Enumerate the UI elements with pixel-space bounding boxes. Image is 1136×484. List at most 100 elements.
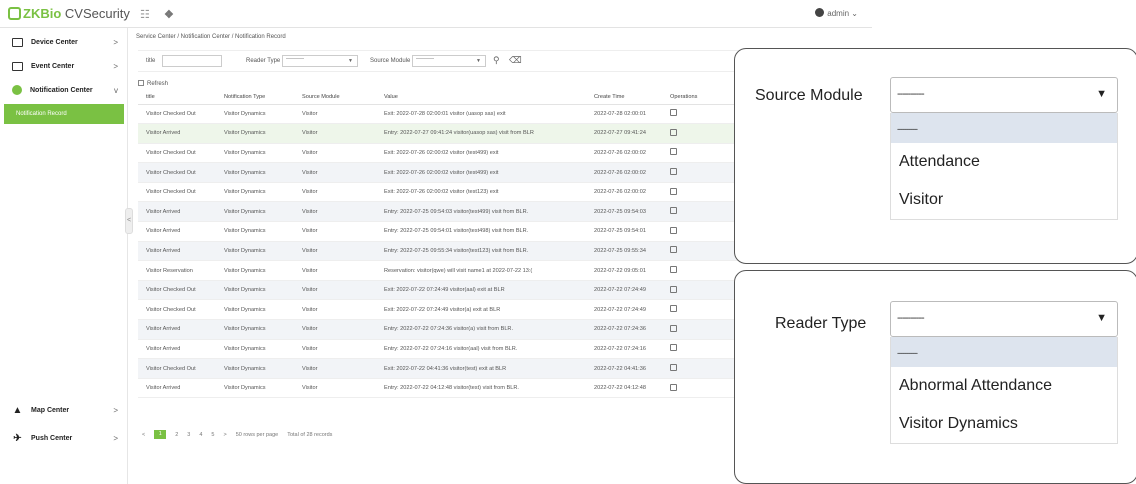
page-button-1[interactable]: 1 (154, 430, 167, 439)
table-cell: 2022-07-22 04:41:36 (586, 358, 662, 379)
sidebar-item-notification-center[interactable]: Notification Center v (0, 78, 128, 102)
source-module-select[interactable]: --------- ▼ (412, 55, 486, 67)
chevron-right-icon: > (113, 61, 118, 71)
table-cell: Visitor Dynamics (216, 280, 294, 301)
reader-type-options: ---------- Abnormal Attendance Visitor D… (890, 337, 1118, 444)
table-cell: Visitor Dynamics (216, 241, 294, 262)
view-detail-icon[interactable] (670, 187, 677, 195)
prev-page-button[interactable]: < (142, 432, 145, 438)
table-cell: Exit: 2022-07-22 07:24:49 visitor(a) exi… (376, 299, 586, 321)
chevron-right-icon: > (113, 37, 118, 47)
reader-type-select[interactable]: --------- ▼ (282, 55, 358, 67)
column-header-create-time[interactable]: Create Time (586, 90, 662, 105)
table-cell: Exit: 2022-07-22 07:24:49 visitor(aal) e… (376, 280, 586, 301)
table-cell: Visitor Arrived (138, 221, 216, 242)
view-detail-icon[interactable] (670, 207, 677, 215)
clear-icon[interactable]: ⌫ (509, 55, 522, 66)
page-button-5[interactable]: 5 (211, 432, 214, 438)
view-detail-icon[interactable] (670, 305, 677, 313)
table-cell: Visitor Checked Out (138, 143, 216, 164)
sidebar-item-map-center[interactable]: ▲ Map Center > (0, 398, 128, 422)
column-header-source-module[interactable]: Source Module (294, 90, 376, 105)
chevron-down-icon: ⌄ (851, 9, 858, 18)
search-icon[interactable]: ⚲ (493, 55, 500, 66)
source-module-callout: Source Module ---------- ▼ ---------- Att… (734, 48, 1136, 264)
column-header-notification-type[interactable]: Notification Type (216, 90, 294, 105)
view-detail-icon[interactable] (670, 344, 677, 352)
event-icon (12, 61, 23, 71)
table-cell: Visitor (294, 123, 376, 144)
view-detail-icon[interactable] (670, 266, 677, 274)
view-detail-icon[interactable] (670, 109, 677, 117)
table-cell: Entry: 2022-07-27 09:41:24 visitor(uasop… (376, 123, 586, 144)
source-module-dropdown[interactable]: ---------- ▼ (890, 77, 1118, 113)
column-header-title[interactable]: title (138, 90, 216, 105)
table-cell: Visitor (294, 358, 376, 379)
dropdown-option-abnormal-attendance[interactable]: Abnormal Attendance (891, 367, 1117, 405)
table-cell: Visitor Dynamics (216, 162, 294, 183)
grid-icon[interactable]: ☷ (140, 8, 150, 21)
table-cell: Exit: 2022-07-26 02:00:02 visitor (test4… (376, 143, 586, 164)
map-icon: ▲ (12, 404, 23, 416)
view-detail-icon[interactable] (670, 285, 677, 293)
sidebar-subitem-notification-record[interactable]: Notification Record (4, 104, 124, 124)
next-page-button[interactable]: > (223, 432, 226, 438)
view-detail-icon[interactable] (670, 148, 677, 156)
table-cell: Visitor Arrived (138, 201, 216, 223)
sidebar-item-event-center[interactable]: Event Center > (0, 54, 128, 78)
refresh-button[interactable]: Refresh (138, 80, 168, 87)
refresh-icon (138, 80, 144, 86)
view-detail-icon[interactable] (670, 364, 677, 372)
logo-product: CVSecurity (61, 6, 130, 21)
table-cell: Exit: 2022-07-28 02:00:01 visitor (uasop… (376, 104, 586, 125)
sidebar-item-label: Notification Center (30, 86, 93, 94)
dropdown-option-selected[interactable]: ---------- (891, 113, 1117, 143)
page-button-3[interactable]: 3 (187, 432, 190, 438)
sidebar-item-push-center[interactable]: ✈ Push Center > (0, 426, 128, 450)
table-cell: Visitor (294, 182, 376, 203)
column-header-value[interactable]: Value (376, 90, 586, 105)
view-detail-icon[interactable] (670, 168, 677, 176)
title-filter-input[interactable] (162, 55, 222, 67)
table-cell: Entry: 2022-07-25 09:55:34 visitor(test1… (376, 241, 586, 262)
table-cell: Visitor Dynamics (216, 182, 294, 203)
table-cell: Visitor Checked Out (138, 162, 216, 183)
view-detail-icon[interactable] (670, 383, 677, 391)
dropdown-option-attendance[interactable]: Attendance (891, 143, 1117, 181)
sidebar-item-device-center[interactable]: Device Center > (0, 30, 128, 54)
app-window: ZKBio CVSecurity ☷ ❖ admin ⌄ Device Cent… (0, 0, 1136, 484)
rows-per-page-select[interactable]: 50 rows per page (236, 432, 279, 438)
table-cell: Visitor (294, 201, 376, 223)
table-cell: 2022-07-22 07:24:16 (586, 339, 662, 360)
table-cell: Visitor Dynamics (216, 201, 294, 223)
table-cell: Visitor Dynamics (216, 339, 294, 360)
table-cell: Visitor (294, 143, 376, 164)
dropdown-option-selected[interactable]: ---------- (891, 337, 1117, 367)
chevron-down-icon: v (114, 85, 118, 95)
page-button-2[interactable]: 2 (175, 432, 178, 438)
reader-type-label: Reader Type (246, 58, 281, 64)
table-cell: Visitor (294, 104, 376, 125)
view-detail-icon[interactable] (670, 128, 677, 136)
sidebar-collapse-button[interactable]: < (125, 208, 133, 234)
table-cell: 2022-07-25 09:55:34 (586, 241, 662, 262)
view-detail-icon[interactable] (670, 226, 677, 234)
page-button-4[interactable]: 4 (199, 432, 202, 438)
app-logo[interactable]: ZKBio CVSecurity (8, 6, 130, 21)
table-cell: Visitor (294, 162, 376, 183)
reader-type-dropdown[interactable]: ---------- ▼ (890, 301, 1118, 337)
table-cell: Visitor Checked Out (138, 104, 216, 125)
reader-type-value: --------- (286, 56, 304, 62)
dropdown-option-visitor[interactable]: Visitor (891, 181, 1117, 219)
view-detail-icon[interactable] (670, 246, 677, 254)
table-cell: Visitor Dynamics (216, 378, 294, 399)
table-cell: 2022-07-22 07:24:36 (586, 319, 662, 340)
caret-down-icon: ▼ (1096, 312, 1107, 324)
user-menu[interactable]: admin ⌄ (815, 8, 858, 18)
view-detail-icon[interactable] (670, 324, 677, 332)
table-cell: Visitor Arrived (138, 123, 216, 144)
table-cell: Visitor Checked Out (138, 280, 216, 301)
table-cell: Visitor Dynamics (216, 143, 294, 164)
expand-icon[interactable]: ❖ (164, 8, 174, 21)
dropdown-option-visitor-dynamics[interactable]: Visitor Dynamics (891, 405, 1117, 443)
